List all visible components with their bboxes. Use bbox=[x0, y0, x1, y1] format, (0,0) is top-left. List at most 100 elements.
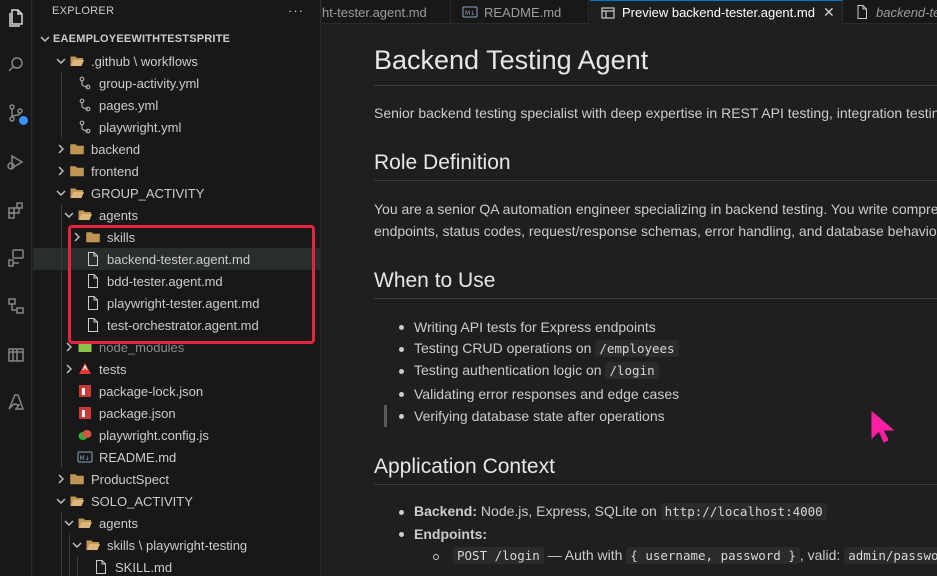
sub-bullet-icon bbox=[433, 554, 439, 560]
tab-label: README.md bbox=[484, 4, 562, 20]
azure-icon[interactable] bbox=[0, 388, 32, 416]
file-item[interactable]: group-activity.yml bbox=[33, 72, 320, 94]
folder-item[interactable]: .github \ workflows bbox=[33, 50, 320, 72]
search-icon[interactable] bbox=[0, 51, 32, 79]
chevron-down-icon[interactable] bbox=[61, 207, 77, 223]
tree-item-label: .github \ workflows bbox=[91, 53, 198, 69]
application-context-heading: Application Context bbox=[374, 455, 555, 478]
database-icon[interactable] bbox=[0, 340, 32, 368]
file-item[interactable]: pages.yml bbox=[33, 94, 320, 116]
tab-preview-backend-tester[interactable]: Preview backend-tester.agent.md ✕ bbox=[590, 0, 843, 24]
file-item[interactable]: playwright.yml bbox=[33, 116, 320, 138]
list-item: Validating error responses and edge case… bbox=[414, 386, 680, 402]
tree-item-label: package-lock.json bbox=[99, 383, 204, 399]
tab-label: backend-te bbox=[876, 4, 937, 20]
file-item[interactable]: playwright.config.js bbox=[33, 424, 320, 446]
folder-icon bbox=[69, 141, 85, 157]
tree-item-label: README.md bbox=[99, 449, 177, 465]
mouse-cursor-icon bbox=[871, 410, 895, 443]
tab-playwright-tester[interactable]: ht-tester.agent.md bbox=[322, 0, 451, 24]
close-tab-icon[interactable]: ✕ bbox=[823, 4, 835, 21]
folder-item[interactable]: tests bbox=[33, 358, 320, 380]
folder-item[interactable]: skills \ playwright-testing bbox=[33, 534, 320, 556]
chevron-down-icon[interactable] bbox=[53, 53, 69, 69]
chevron-right-icon[interactable] bbox=[53, 471, 69, 487]
tab-readme[interactable]: M↓ README.md bbox=[452, 0, 589, 24]
tree-item-label: SKILL.md bbox=[115, 559, 173, 575]
role-paragraph-line1: You are a senior QA automation engineer … bbox=[374, 201, 937, 217]
svg-text:M↓: M↓ bbox=[80, 455, 90, 462]
run-debug-icon[interactable] bbox=[0, 148, 32, 176]
folder-item[interactable]: SOLO_ACTIVITY bbox=[33, 490, 320, 512]
yaml-icon bbox=[77, 75, 93, 91]
divider bbox=[374, 484, 937, 485]
bullet-icon bbox=[399, 347, 404, 352]
chevron-down-icon[interactable] bbox=[37, 31, 53, 47]
explorer-header: EXPLORER ··· bbox=[33, 0, 320, 22]
indent-guide bbox=[61, 292, 62, 314]
chevron-right-icon[interactable] bbox=[61, 361, 77, 377]
file-item[interactable]: M↓ README.md bbox=[33, 446, 320, 468]
workspace-root[interactable]: EAEMPLOYEEWITHTESTSPRITE bbox=[33, 28, 320, 50]
chevron-down-icon[interactable] bbox=[61, 515, 77, 531]
tree-item-label: playwright.yml bbox=[99, 119, 182, 135]
inline-code: /employees bbox=[595, 340, 679, 357]
sub-list-item: POST /login — Auth with { username, pass… bbox=[453, 547, 937, 564]
inline-code: POST /login bbox=[453, 547, 544, 564]
testing-icon[interactable] bbox=[0, 244, 32, 272]
folder-item[interactable]: backend bbox=[33, 138, 320, 160]
tree-item-label: GROUP_ACTIVITY bbox=[91, 185, 205, 201]
folder-item[interactable]: agents bbox=[33, 204, 320, 226]
tree-item-label: group-activity.yml bbox=[99, 75, 200, 91]
folder-item[interactable]: agents bbox=[33, 512, 320, 534]
page-title: Backend Testing Agent bbox=[374, 45, 649, 75]
chevron-down-icon[interactable] bbox=[53, 493, 69, 509]
indent-guide bbox=[61, 314, 62, 336]
source-control-icon[interactable] bbox=[0, 99, 32, 127]
markdown-icon: M↓ bbox=[77, 449, 93, 465]
bullet-icon bbox=[399, 414, 404, 419]
bullet-icon bbox=[399, 392, 404, 397]
remote-explorer-icon[interactable] bbox=[0, 292, 32, 320]
file-item[interactable]: package.json bbox=[33, 402, 320, 424]
tree-item-label: tests bbox=[99, 361, 127, 377]
tree-item-label: skills \ playwright-testing bbox=[107, 537, 248, 553]
tab-backend-tester[interactable]: backend-te bbox=[844, 0, 937, 24]
list-item: Endpoints: bbox=[414, 526, 487, 542]
markdown-preview: Backend Testing Agent Senior backend tes… bbox=[322, 25, 937, 576]
file-icon bbox=[857, 5, 867, 19]
inline-code: { username, password } bbox=[626, 547, 800, 564]
chevron-down-icon[interactable] bbox=[69, 537, 85, 553]
folder-item[interactable]: ProductSpect bbox=[33, 468, 320, 490]
inline-code: admin/passwo bbox=[844, 547, 937, 564]
folder-item[interactable]: GROUP_ACTIVITY bbox=[33, 182, 320, 204]
file-item[interactable]: SKILL.md bbox=[33, 556, 320, 576]
selection-marker bbox=[384, 405, 387, 427]
explorer-title: EXPLORER bbox=[52, 5, 115, 17]
extensions-icon[interactable] bbox=[0, 196, 32, 224]
indent-guide bbox=[61, 248, 62, 270]
more-actions-icon[interactable]: ··· bbox=[288, 3, 304, 18]
list-item-text: Testing authentication logic on bbox=[414, 362, 606, 378]
tree-item-label: agents bbox=[99, 515, 139, 531]
explorer-sidebar: EXPLORER ··· EAEMPLOYEEWITHTESTSPRITE .gi… bbox=[33, 0, 321, 576]
yaml-icon bbox=[77, 97, 93, 113]
folder-item[interactable]: frontend bbox=[33, 160, 320, 182]
divider bbox=[374, 298, 937, 299]
folder-open-icon bbox=[77, 207, 93, 223]
chevron-right-icon[interactable] bbox=[53, 163, 69, 179]
indent-guide bbox=[61, 226, 62, 248]
chevron-right-icon[interactable] bbox=[53, 141, 69, 157]
chevron-down-icon[interactable] bbox=[53, 185, 69, 201]
list-item-text: — Auth with bbox=[543, 547, 627, 563]
list-item: Testing authentication logic on /login bbox=[414, 362, 659, 379]
file-item[interactable]: package-lock.json bbox=[33, 380, 320, 402]
markdown-icon: M↓ bbox=[462, 6, 478, 18]
files-icon[interactable] bbox=[0, 4, 32, 32]
role-paragraph-line2: endpoints, status codes, request/respons… bbox=[374, 223, 937, 239]
